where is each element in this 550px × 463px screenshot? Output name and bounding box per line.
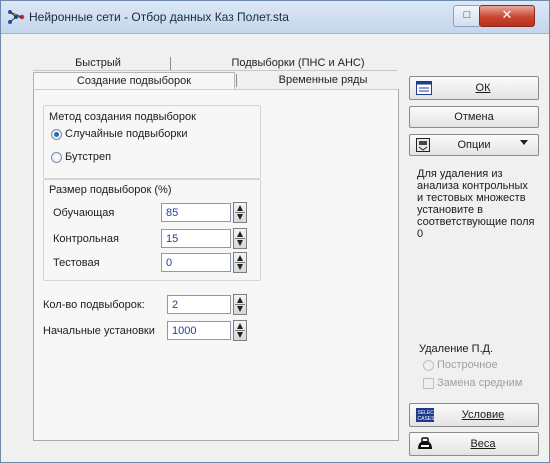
checkbox-mean-label: Замена средним bbox=[437, 377, 523, 389]
minimize-button[interactable]: □ bbox=[453, 5, 481, 27]
tab-quick[interactable]: Быстрый bbox=[43, 55, 153, 71]
test-label: Тестовая bbox=[53, 257, 100, 269]
tab-create-subsamples[interactable]: Создание подвыборок bbox=[33, 72, 235, 90]
tab-row-back: Быстрый Подвыборки (ПНС и АНС) bbox=[33, 55, 403, 71]
close-icon: ✕ bbox=[501, 7, 513, 22]
ok-label: ОК bbox=[475, 82, 491, 94]
weights-label: Веса bbox=[470, 438, 496, 450]
tab-row-front: Создание подвыборок Временные ряды bbox=[33, 72, 403, 90]
tab-separator bbox=[170, 57, 171, 70]
condition-button[interactable]: SELECT CASES Условие bbox=[409, 403, 539, 427]
count-input[interactable]: 2 bbox=[167, 295, 231, 314]
radio-bootstrap-label: Бутстреп bbox=[65, 151, 112, 163]
options-button[interactable]: Опции bbox=[409, 134, 539, 156]
tab-subsamples[interactable]: Подвыборки (ПНС и АНС) bbox=[208, 55, 388, 71]
train-spinner[interactable] bbox=[233, 202, 247, 223]
weights-button[interactable]: Веса bbox=[409, 432, 539, 456]
select-cases-icon: SELECT CASES bbox=[416, 408, 434, 422]
train-label: Обучающая bbox=[53, 207, 115, 219]
seed-label: Начальные установки bbox=[43, 325, 155, 337]
test-spinner[interactable] bbox=[233, 252, 247, 273]
cancel-button[interactable]: Отмена bbox=[409, 106, 539, 128]
count-spinner[interactable] bbox=[233, 294, 247, 315]
control-spinner[interactable] bbox=[233, 228, 247, 249]
form-icon bbox=[416, 81, 432, 95]
sizes-title: Размер подвыборок (%) bbox=[49, 184, 172, 196]
tab-divider bbox=[33, 70, 397, 71]
hint-text: Для удаления из анализа контрольных и те… bbox=[417, 168, 535, 240]
radio-casewise[interactable] bbox=[423, 360, 434, 371]
minimize-icon: □ bbox=[463, 9, 471, 21]
ok-button[interactable]: ОК bbox=[409, 76, 539, 100]
chevron-down-icon bbox=[520, 140, 528, 145]
options-label: Опции bbox=[457, 139, 491, 151]
radio-random[interactable] bbox=[51, 129, 62, 140]
close-button[interactable]: ✕ bbox=[479, 5, 535, 27]
title-bar[interactable]: Нейронные сети - Отбор данных Каз Полет.… bbox=[1, 1, 549, 34]
tab-time-series[interactable]: Временные ряды bbox=[248, 72, 398, 88]
svg-text:CASES: CASES bbox=[418, 416, 435, 422]
control-label: Контрольная bbox=[53, 233, 119, 245]
train-input[interactable]: 85 bbox=[161, 203, 231, 222]
radio-casewise-label: Построчное bbox=[437, 359, 498, 371]
window-title: Нейронные сети - Отбор данных Каз Полет.… bbox=[29, 10, 289, 24]
method-title: Метод создания подвыборок bbox=[49, 111, 196, 123]
condition-label: Условие bbox=[461, 409, 505, 421]
seed-spinner[interactable] bbox=[233, 320, 247, 341]
cancel-label: Отмена bbox=[454, 111, 494, 123]
count-label: Кол-во подвыборок: bbox=[43, 299, 145, 311]
neural-network-icon bbox=[8, 10, 25, 24]
radio-bootstrap[interactable] bbox=[51, 152, 62, 163]
tab-separator bbox=[236, 74, 237, 87]
seed-input[interactable]: 1000 bbox=[167, 321, 231, 340]
checkbox-mean-substitution[interactable] bbox=[423, 378, 434, 389]
weights-icon bbox=[418, 437, 432, 449]
radio-random-label: Случайные подвыборки bbox=[65, 128, 188, 140]
test-input[interactable]: 0 bbox=[161, 253, 231, 272]
control-input[interactable]: 15 bbox=[161, 229, 231, 248]
removal-title: Удаление П.Д. bbox=[419, 343, 494, 355]
dialog-window: Нейронные сети - Отбор данных Каз Полет.… bbox=[0, 0, 550, 463]
options-icon bbox=[416, 138, 430, 152]
